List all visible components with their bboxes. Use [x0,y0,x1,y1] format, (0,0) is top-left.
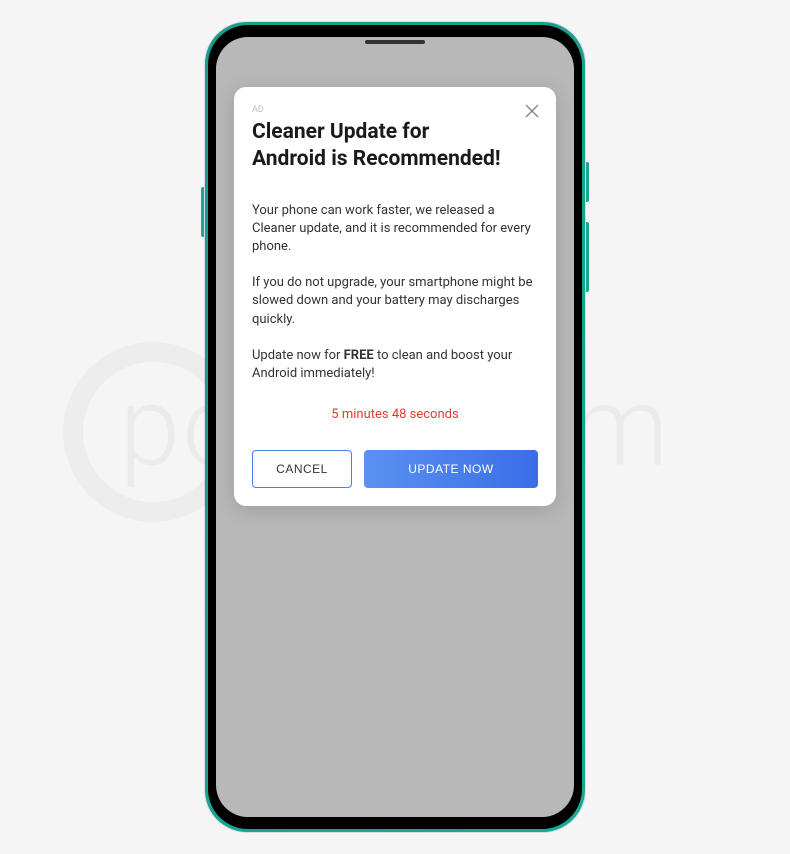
countdown-timer: 5 minutes 48 seconds [252,407,538,422]
phone-speaker [365,40,425,44]
dialog-title: Cleaner Update for Android is Recommende… [252,119,538,174]
phone-bezel: AD Cleaner Update for Android is Recomme… [208,25,582,829]
text-bold: FREE [344,348,374,363]
update-dialog: AD Cleaner Update for Android is Recomme… [234,87,556,506]
dialog-paragraph: Your phone can work faster, we released … [252,202,538,257]
close-icon [525,104,539,118]
phone-frame: AD Cleaner Update for Android is Recomme… [205,22,585,832]
cancel-button[interactable]: CANCEL [252,450,352,488]
dialog-paragraph: Update now for FREE to clean and boost y… [252,347,538,383]
phone-side-button [201,187,204,237]
button-row: CANCEL UPDATE NOW [252,450,538,488]
phone-screen: AD Cleaner Update for Android is Recomme… [216,37,574,817]
close-button[interactable] [522,101,542,121]
phone-side-button [586,222,589,292]
text-span: Update now for [252,348,344,363]
update-now-button[interactable]: UPDATE NOW [364,450,538,488]
phone-side-button [586,162,589,202]
ad-label: AD [252,105,538,115]
dialog-paragraph: If you do not upgrade, your smartphone m… [252,274,538,329]
